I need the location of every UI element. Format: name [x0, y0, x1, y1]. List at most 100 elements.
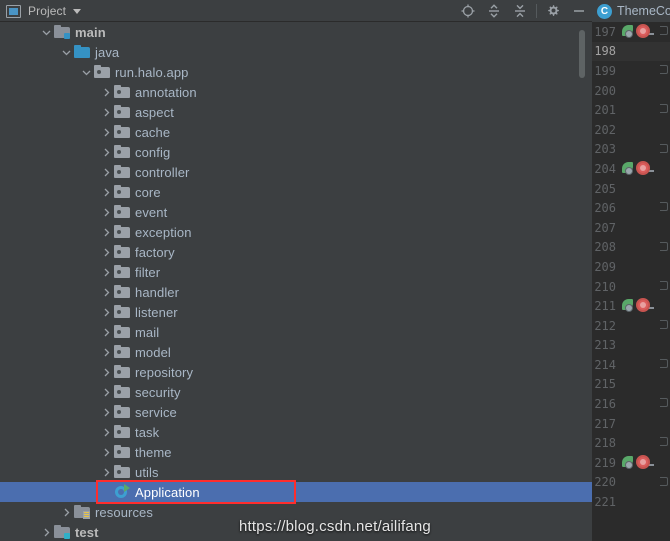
chevron-right-icon[interactable]	[102, 148, 111, 157]
chevron-down-icon[interactable]	[62, 48, 71, 57]
gutter-line[interactable]: 209	[592, 257, 670, 277]
tree-row[interactable]: listener	[0, 302, 592, 322]
code-fold-marker-icon[interactable]	[660, 241, 668, 251]
gutter-line[interactable]: 218	[592, 433, 670, 453]
tree-row[interactable]: repository	[0, 362, 592, 382]
tree-row[interactable]: service	[0, 402, 592, 422]
run-gutter-icon[interactable]	[621, 299, 635, 313]
tree-row[interactable]: java	[0, 42, 592, 62]
tree-row[interactable]: event	[0, 202, 592, 222]
chevron-right-icon[interactable]	[102, 188, 111, 197]
gutter-line[interactable]: 197	[592, 22, 670, 42]
tree-row[interactable]: mail	[0, 322, 592, 342]
chevron-right-icon[interactable]	[102, 448, 111, 457]
tree-row[interactable]: task	[0, 422, 592, 442]
code-fold-marker-icon[interactable]	[660, 202, 668, 212]
run-gutter-icon[interactable]	[621, 161, 635, 176]
code-fold-marker-icon[interactable]	[660, 280, 668, 290]
gutter-line[interactable]: 208	[592, 238, 670, 258]
gutter-line[interactable]: 212	[592, 316, 670, 336]
code-fold-marker-icon[interactable]	[660, 65, 668, 75]
gutter-line[interactable]: 219	[592, 453, 670, 473]
code-fold-marker-icon[interactable]	[660, 319, 668, 329]
gutter-line[interactable]: 213	[592, 336, 670, 356]
scrollbar-thumb[interactable]	[579, 30, 585, 78]
select-opened-file-button[interactable]	[455, 0, 481, 22]
chevron-right-icon[interactable]	[102, 108, 111, 117]
editor-gutter[interactable]: 197 198 199 200 201 202 203 204 205 206 207 208 209 2…	[592, 22, 670, 541]
tree-row[interactable]: security	[0, 382, 592, 402]
breakpoint-icon[interactable]	[636, 298, 654, 313]
gutter-line[interactable]: 206	[592, 198, 670, 218]
code-fold-marker-icon[interactable]	[660, 398, 668, 408]
code-fold-marker-icon[interactable]	[660, 26, 668, 35]
tree-row[interactable]: controller	[0, 162, 592, 182]
gutter-line[interactable]: 199	[592, 61, 670, 81]
tree-row[interactable]: factory	[0, 242, 592, 262]
hide-toolwindow-button[interactable]	[566, 0, 592, 22]
code-fold-marker-icon[interactable]	[660, 104, 668, 114]
tree-row[interactable]: handler	[0, 282, 592, 302]
chevron-right-icon[interactable]	[102, 228, 111, 237]
tree-row[interactable]: exception	[0, 222, 592, 242]
chevron-right-icon[interactable]	[102, 468, 111, 477]
gutter-line[interactable]: 220	[592, 473, 670, 493]
gutter-line[interactable]: 204	[592, 159, 670, 179]
breakpoint-icon[interactable]	[636, 160, 654, 176]
tree-row[interactable]: utils	[0, 462, 592, 482]
chevron-right-icon[interactable]	[102, 388, 111, 397]
chevron-down-icon[interactable]	[42, 28, 51, 37]
tree-row-selected[interactable]: Application	[0, 482, 592, 502]
gutter-line[interactable]: 211	[592, 296, 670, 316]
gutter-line[interactable]: 217	[592, 414, 670, 434]
chevron-right-icon[interactable]	[102, 288, 111, 297]
gutter-line[interactable]: 205	[592, 179, 670, 199]
gutter-line[interactable]: 203	[592, 140, 670, 160]
gutter-line[interactable]: 201	[592, 100, 670, 120]
settings-button[interactable]	[540, 0, 566, 22]
breakpoint-icon[interactable]	[636, 23, 654, 39]
chevron-down-icon[interactable]	[73, 8, 82, 14]
tree-row[interactable]: run.halo.app	[0, 62, 592, 82]
gutter-line[interactable]: 207	[592, 218, 670, 238]
tree-row[interactable]: core	[0, 182, 592, 202]
chevron-right-icon[interactable]	[102, 328, 111, 337]
chevron-right-icon[interactable]	[102, 428, 111, 437]
run-gutter-icon[interactable]	[621, 24, 635, 39]
code-fold-marker-icon[interactable]	[660, 359, 668, 369]
chevron-right-icon[interactable]	[102, 248, 111, 257]
expand-all-button[interactable]	[481, 0, 507, 22]
chevron-right-icon[interactable]	[102, 168, 111, 177]
tree-row[interactable]: cache	[0, 122, 592, 142]
code-fold-marker-icon[interactable]	[660, 143, 668, 153]
tree-row[interactable]: model	[0, 342, 592, 362]
chevron-right-icon[interactable]	[102, 208, 111, 217]
tree-row[interactable]: resources	[0, 502, 592, 522]
gutter-line[interactable]: 200	[592, 81, 670, 101]
chevron-down-icon[interactable]	[82, 68, 91, 77]
breakpoint-icon[interactable]	[636, 454, 654, 470]
tree-row[interactable]: config	[0, 142, 592, 162]
tree-row[interactable]: annotation	[0, 82, 592, 102]
chevron-right-icon[interactable]	[102, 268, 111, 277]
tree-row[interactable]: main	[0, 22, 592, 42]
gutter-line[interactable]: 215	[592, 375, 670, 395]
code-fold-marker-icon[interactable]	[660, 437, 668, 447]
gutter-line[interactable]: 214	[592, 355, 670, 375]
gutter-line-current[interactable]: 198	[592, 41, 670, 62]
run-gutter-icon[interactable]	[621, 455, 635, 470]
gutter-line[interactable]: 210	[592, 277, 670, 297]
project-tree-scrollbar[interactable]	[577, 22, 587, 541]
tree-row[interactable]: aspect	[0, 102, 592, 122]
chevron-right-icon[interactable]	[102, 348, 111, 357]
chevron-right-icon[interactable]	[102, 308, 111, 317]
chevron-right-icon[interactable]	[102, 408, 111, 417]
code-fold-marker-icon[interactable]	[660, 476, 668, 486]
chevron-right-icon[interactable]	[102, 368, 111, 377]
chevron-right-icon[interactable]	[102, 88, 111, 97]
editor-tab-label[interactable]: ThemeCo	[617, 4, 670, 18]
chevron-right-icon[interactable]	[42, 528, 51, 537]
tree-row[interactable]: filter	[0, 262, 592, 282]
gutter-line[interactable]: 216	[592, 394, 670, 414]
chevron-right-icon[interactable]	[62, 508, 71, 517]
